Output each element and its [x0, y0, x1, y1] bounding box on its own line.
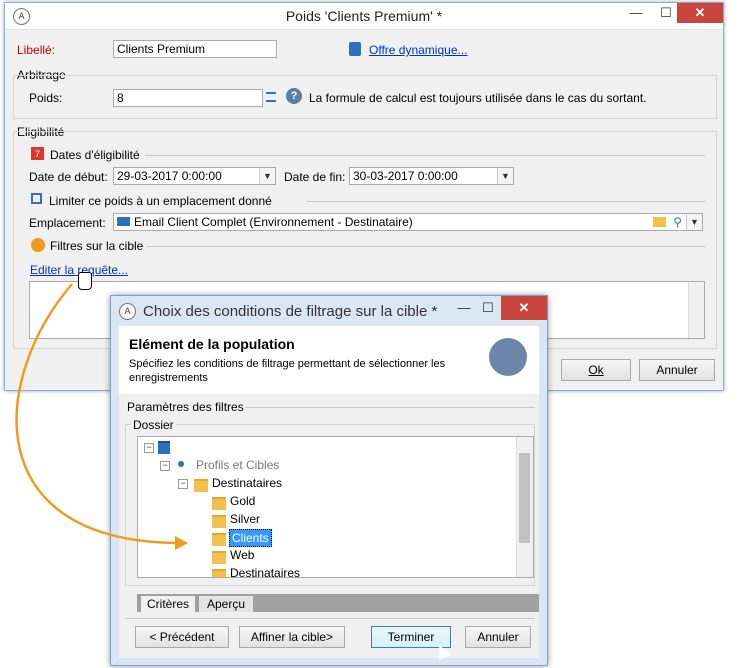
arrow-path	[15, 283, 176, 545]
arrow-head-icon	[175, 536, 188, 550]
annotation-arrow	[15, 283, 188, 550]
